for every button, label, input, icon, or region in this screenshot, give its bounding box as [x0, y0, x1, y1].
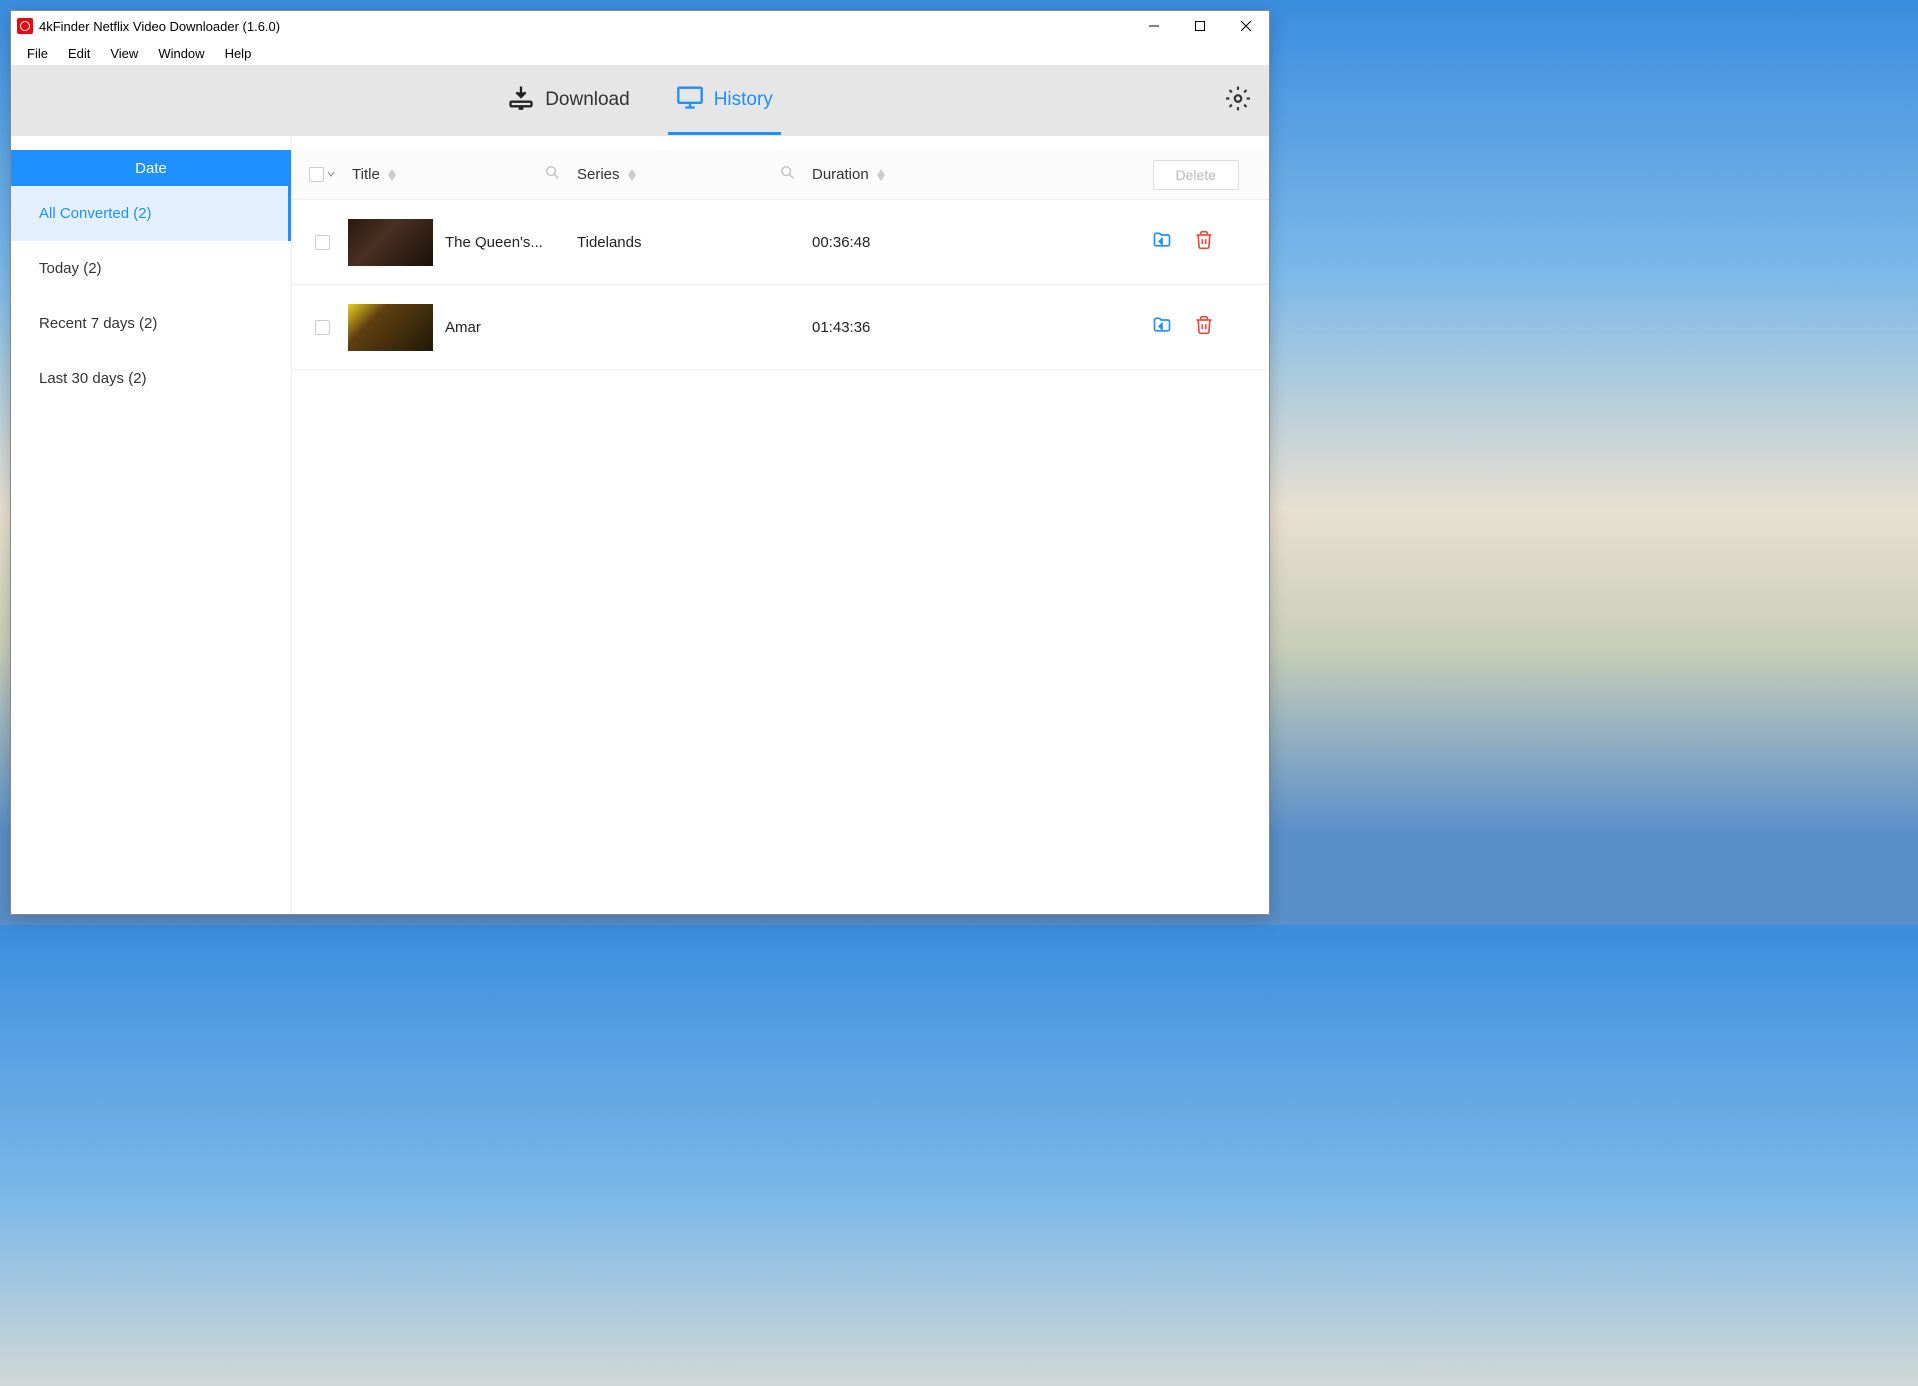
window-title: 4kFinder Netflix Video Downloader (1.6.0… — [39, 19, 1131, 34]
open-folder-icon[interactable] — [1152, 315, 1172, 340]
sort-icon[interactable] — [628, 169, 636, 181]
delete-button[interactable]: Delete — [1153, 160, 1239, 190]
minimize-button[interactable] — [1131, 11, 1177, 41]
sidebar-item-recent-7-days[interactable]: Recent 7 days (2) — [11, 296, 291, 351]
chevron-down-icon[interactable] — [326, 166, 336, 184]
trash-icon[interactable] — [1194, 230, 1214, 255]
sort-icon[interactable] — [877, 169, 885, 181]
sidebar-item-all-converted[interactable]: All Converted (2) — [11, 186, 291, 241]
column-title[interactable]: Title — [352, 166, 380, 183]
tab-history-label: History — [714, 89, 773, 111]
sidebar-item-last-30-days[interactable]: Last 30 days (2) — [11, 351, 291, 406]
row-checkbox[interactable] — [315, 320, 330, 335]
open-folder-icon[interactable] — [1152, 230, 1172, 255]
menu-view[interactable]: View — [100, 44, 148, 63]
gear-icon — [1225, 99, 1251, 116]
menu-file[interactable]: File — [17, 44, 58, 63]
search-icon[interactable] — [545, 165, 559, 184]
titlebar: 4kFinder Netflix Video Downloader (1.6.0… — [11, 11, 1269, 41]
monitor-icon — [676, 83, 704, 117]
row-duration: 01:43:36 — [812, 319, 1042, 336]
menu-help[interactable]: Help — [215, 44, 262, 63]
table-header: Title Series Duration — [292, 150, 1269, 200]
close-button[interactable] — [1223, 11, 1269, 41]
settings-button[interactable] — [1225, 86, 1251, 117]
sidebar-item-label: Today (2) — [39, 260, 102, 277]
table-body: The Queen's... Tidelands 00:36:48 Amar — [292, 200, 1269, 914]
sidebar-header: Date — [11, 150, 291, 186]
row-series: Tidelands — [577, 234, 812, 251]
app-window: 4kFinder Netflix Video Downloader (1.6.0… — [10, 10, 1270, 915]
column-series[interactable]: Series — [577, 166, 620, 183]
content: Date All Converted (2) Today (2) Recent … — [11, 136, 1269, 914]
download-icon — [507, 83, 535, 117]
sidebar-item-label: Last 30 days (2) — [39, 370, 147, 387]
column-duration[interactable]: Duration — [812, 166, 869, 183]
menu-window[interactable]: Window — [148, 44, 214, 63]
menu-edit[interactable]: Edit — [58, 44, 100, 63]
table-area: Title Series Duration — [292, 136, 1269, 914]
maximize-button[interactable] — [1177, 11, 1223, 41]
sidebar-item-label: All Converted (2) — [39, 205, 152, 222]
app-icon — [17, 18, 33, 34]
thumbnail — [348, 219, 433, 266]
table-row: Amar 01:43:36 — [292, 285, 1269, 370]
sidebar-item-today[interactable]: Today (2) — [11, 241, 291, 296]
sidebar: Date All Converted (2) Today (2) Recent … — [11, 136, 292, 914]
tab-history[interactable]: History — [668, 67, 781, 135]
tab-download-label: Download — [545, 89, 630, 111]
row-checkbox[interactable] — [315, 235, 330, 250]
tab-download[interactable]: Download — [499, 67, 638, 135]
thumbnail — [348, 304, 433, 351]
row-duration: 00:36:48 — [812, 234, 1042, 251]
sidebar-item-label: Recent 7 days (2) — [39, 315, 157, 332]
menubar: File Edit View Window Help — [11, 41, 1269, 66]
window-controls — [1131, 11, 1269, 41]
select-all-checkbox[interactable] — [309, 167, 324, 182]
search-icon[interactable] — [780, 165, 794, 184]
trash-icon[interactable] — [1194, 315, 1214, 340]
sort-icon[interactable] — [388, 169, 396, 181]
tabstrip: Download History — [11, 66, 1269, 136]
table-row: The Queen's... Tidelands 00:36:48 — [292, 200, 1269, 285]
row-title: The Queen's... — [445, 234, 543, 251]
row-title: Amar — [445, 319, 481, 336]
